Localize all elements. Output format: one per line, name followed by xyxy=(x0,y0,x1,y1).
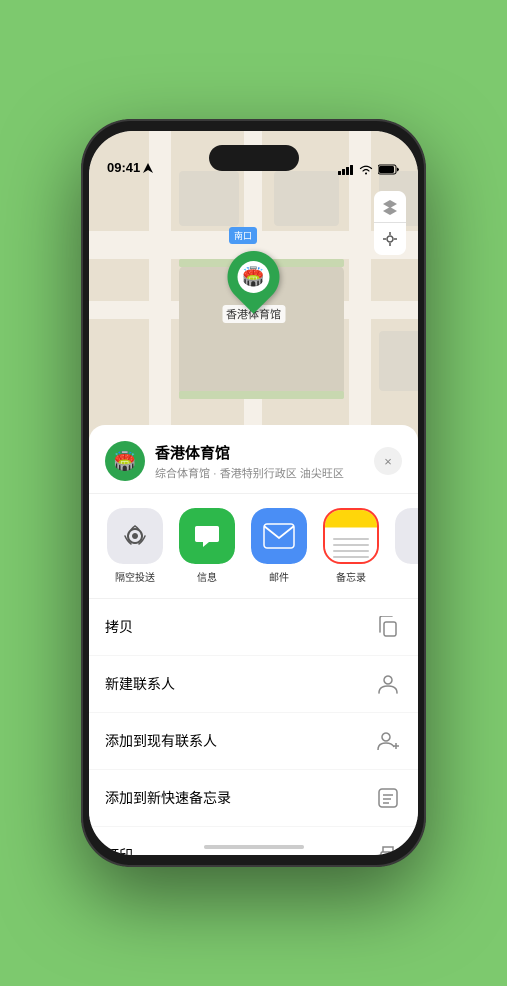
airdrop-label: 隔空投送 xyxy=(115,569,155,584)
messages-icon-wrap xyxy=(179,508,235,564)
wifi-icon xyxy=(359,165,373,175)
action-new-contact[interactable]: 新建联系人 xyxy=(89,656,418,713)
location-venue-icon: 🏟️ xyxy=(105,441,145,481)
bottom-sheet: 🏟️ 香港体育馆 综合体育馆 · 香港特别行政区 油尖旺区 × xyxy=(89,425,418,855)
stadium-marker: 🏟️ 香港体育馆 xyxy=(222,251,285,323)
mail-label: 邮件 xyxy=(269,569,289,584)
location-arrow-icon xyxy=(143,163,153,173)
action-add-contact-label: 添加到现有联系人 xyxy=(105,731,217,751)
dynamic-island xyxy=(209,145,299,171)
person-add-icon xyxy=(374,727,402,755)
share-app-airdrop[interactable]: 隔空投送 xyxy=(99,508,171,584)
map-exit-label: 南口 xyxy=(229,227,257,244)
more-icon xyxy=(395,508,418,564)
share-app-mail[interactable]: 邮件 xyxy=(243,508,315,584)
action-print-label: 打印 xyxy=(105,845,133,855)
location-name: 香港体育馆 xyxy=(155,442,374,463)
airdrop-icon xyxy=(107,508,163,564)
battery-icon xyxy=(378,164,400,175)
copy-icon xyxy=(374,613,402,641)
action-copy-label: 拷贝 xyxy=(105,617,133,637)
notes-icon-wrap xyxy=(323,508,379,564)
messages-svg xyxy=(191,520,223,552)
map-layer-button[interactable] xyxy=(374,191,406,223)
messages-icon xyxy=(179,508,235,564)
airdrop-icon-wrap xyxy=(107,508,163,564)
action-add-contact[interactable]: 添加到现有联系人 xyxy=(89,713,418,770)
phone-screen: 南口 🏟️ 香港体育馆 xyxy=(89,131,418,855)
messages-label: 信息 xyxy=(197,569,217,584)
home-indicator xyxy=(204,845,304,849)
status-time: 09:41 xyxy=(107,160,153,175)
airdrop-svg xyxy=(120,521,150,551)
action-quick-note-label: 添加到新快速备忘录 xyxy=(105,788,231,808)
action-quick-note[interactable]: 添加到新快速备忘录 xyxy=(89,770,418,827)
share-app-more[interactable]: 提 xyxy=(387,508,418,584)
location-info: 香港体育馆 综合体育馆 · 香港特别行政区 油尖旺区 xyxy=(155,442,374,481)
share-apps-row: 隔空投送 信息 xyxy=(89,494,418,599)
notes-icon xyxy=(325,508,377,564)
action-print[interactable]: 打印 xyxy=(89,827,418,855)
share-app-messages[interactable]: 信息 xyxy=(171,508,243,584)
stadium-icon: 🏟️ xyxy=(242,267,264,288)
map-location-button[interactable] xyxy=(374,223,406,255)
quick-note-icon xyxy=(374,784,402,812)
mail-svg xyxy=(262,522,296,550)
action-list: 拷贝 新建联系人 xyxy=(89,599,418,855)
time-display: 09:41 xyxy=(107,160,140,175)
action-new-contact-label: 新建联系人 xyxy=(105,674,175,694)
person-icon xyxy=(374,670,402,698)
map-controls xyxy=(374,191,406,255)
mail-icon-wrap xyxy=(251,508,307,564)
more-icon-wrap xyxy=(395,508,418,564)
mail-icon xyxy=(251,508,307,564)
notes-lines xyxy=(333,538,369,558)
status-icons xyxy=(338,164,400,175)
location-subtitle: 综合体育馆 · 香港特别行政区 油尖旺区 xyxy=(155,465,374,481)
notes-label: 备忘录 xyxy=(336,569,366,584)
printer-icon xyxy=(374,841,402,855)
phone-frame: 南口 🏟️ 香港体育馆 xyxy=(81,119,426,867)
signal-icon xyxy=(338,165,354,175)
close-button[interactable]: × xyxy=(374,447,402,475)
share-app-notes[interactable]: 备忘录 xyxy=(315,508,387,584)
location-header: 🏟️ 香港体育馆 综合体育馆 · 香港特别行政区 油尖旺区 × xyxy=(89,425,418,494)
action-copy[interactable]: 拷贝 xyxy=(89,599,418,656)
